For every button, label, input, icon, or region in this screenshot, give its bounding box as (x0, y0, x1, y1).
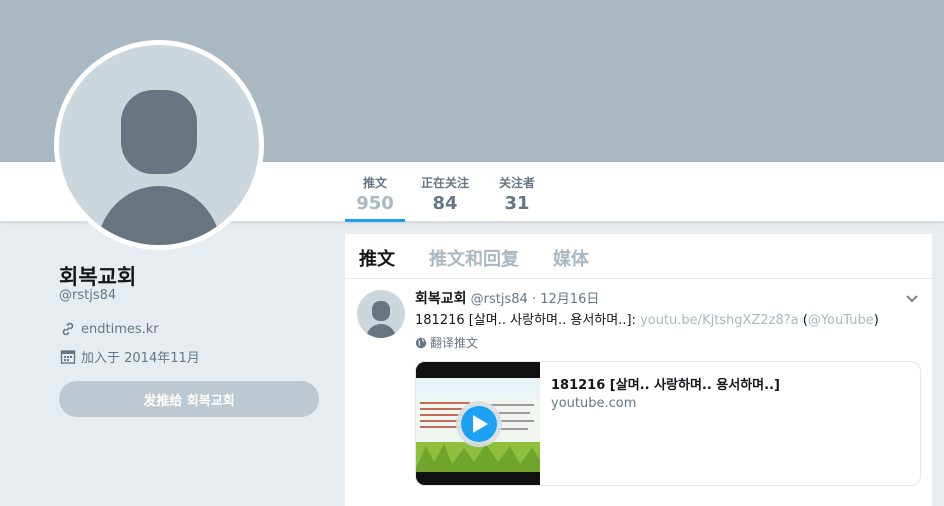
tweet-item[interactable]: 회복교회 @rstjs84 · 12月16日 181216 [살며.. 사랑하며… (345, 279, 932, 506)
profile-joined-row: 加入于 2014年11月 (59, 347, 200, 366)
translate-label: 翻译推文 (430, 336, 479, 350)
tweet-to-button[interactable]: 发推给 회복교회 (59, 381, 319, 417)
tweet-link[interactable]: youtu.be/KjtshgXZ2z8?a (640, 313, 799, 328)
stat-followers-label: 关注者 (498, 176, 535, 190)
stat-following-label: 正在关注 (420, 176, 469, 190)
tweet-author-name[interactable]: 회복교회 (415, 291, 467, 307)
tweet-text-body: 181216 [살며.. 사랑하며.. 용서하며..]: (415, 313, 641, 328)
tweet-date[interactable]: 12月16日 (540, 292, 599, 307)
tweet-header: 회복교회 @rstjs84 · 12月16日 (415, 288, 599, 308)
translate-tweet[interactable]: 翻译推文 (415, 334, 478, 351)
tab-tweets-and-replies[interactable]: 推文和回复 (429, 245, 519, 271)
profile-handle: @rstjs84 (59, 288, 117, 303)
timeline-tabs: 推文 推文和回复 媒体 (345, 234, 932, 279)
tweet-separator: · (531, 292, 537, 307)
profile-website-row: endtimes.kr (59, 320, 159, 338)
tweet-avatar[interactable] (357, 290, 405, 338)
stat-tweets-label: 推文 (362, 176, 387, 190)
profile-avatar[interactable] (54, 40, 264, 250)
chevron-down-icon[interactable] (904, 290, 920, 306)
tweet-mention[interactable]: @YouTube (808, 313, 874, 328)
tab-tweets[interactable]: 推文 (359, 245, 395, 271)
profile-website-link[interactable]: endtimes.kr (81, 322, 159, 337)
card-domain: youtube.com (551, 396, 637, 411)
tweet-author-handle[interactable]: @rstjs84 (471, 292, 528, 307)
tweet-paren-close: ) (873, 313, 879, 328)
profile-joined-date: 加入于 2014年11月 (81, 351, 200, 366)
link-card[interactable]: 181216 [살며.. 사랑하며.. 용서하며..] youtube.com (415, 361, 921, 486)
globe-icon (415, 337, 427, 349)
timeline: 推文 推文和回复 媒体 회복교회 @rstjs84 · 12月16日 18121… (345, 234, 932, 506)
stat-followers-value: 31 (504, 193, 530, 214)
profile-name: 회복교회 (59, 265, 137, 289)
calendar-icon (59, 348, 77, 366)
tweet-text: 181216 [살며.. 사랑하며.. 용서하며..]: youtu.be/Kj… (415, 309, 879, 328)
stat-following[interactable]: 正在关注 84 (416, 174, 474, 214)
card-thumbnail[interactable] (416, 362, 540, 485)
stat-tweets-value: 950 (356, 193, 394, 214)
stat-tweets[interactable]: 推文 950 (345, 174, 405, 222)
tweet-paren-open: ( (798, 313, 808, 328)
card-title: 181216 [살며.. 사랑하며.. 용서하며..] (551, 378, 780, 393)
stat-followers[interactable]: 关注者 31 (496, 174, 538, 214)
tab-media[interactable]: 媒体 (553, 245, 589, 271)
stat-following-value: 84 (432, 193, 458, 214)
link-icon (59, 320, 77, 338)
default-avatar-icon (59, 45, 259, 245)
